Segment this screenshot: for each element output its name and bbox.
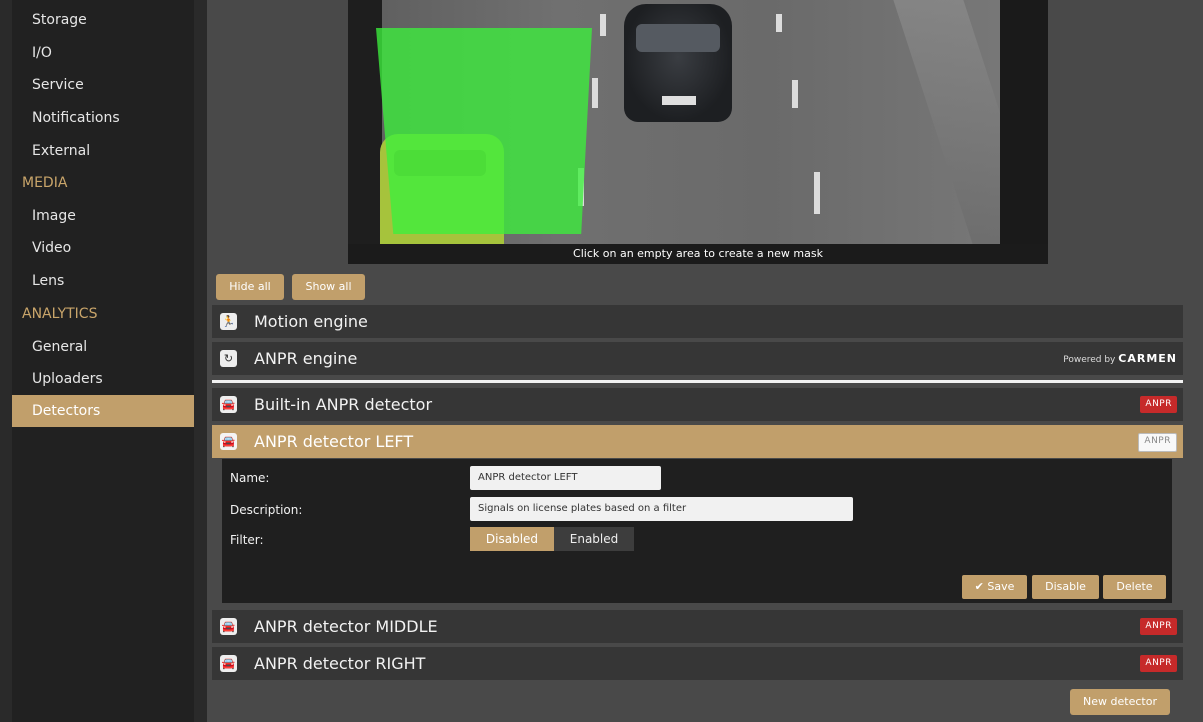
sidebar-item-io[interactable]: I/O (12, 37, 194, 69)
delete-button[interactable]: Delete (1103, 575, 1166, 599)
check-icon: ✔ (974, 580, 984, 593)
sidebar-item-uploaders[interactable]: Uploaders (12, 363, 194, 395)
save-button[interactable]: ✔ Save (962, 575, 1027, 599)
sidebar-item-lens[interactable]: Lens (12, 265, 194, 297)
save-label: Save (987, 580, 1015, 593)
car-plate-icon: 🚘 (220, 396, 237, 413)
sidebar-item-service[interactable]: Service (12, 69, 194, 101)
motion-runner-icon: 🏃 (220, 313, 237, 330)
anpr-badge: ANPR (1138, 433, 1177, 452)
disable-button[interactable]: Disable (1032, 575, 1099, 599)
license-plate (662, 96, 696, 105)
sidebar-item-image[interactable]: Image (12, 200, 194, 232)
filter-disabled-option[interactable]: Disabled (470, 527, 554, 551)
panel-title: ANPR detector RIGHT (254, 654, 426, 673)
right-rail (1000, 0, 1048, 244)
car-plate-icon: 🚘 (220, 433, 237, 450)
lane-dash (592, 78, 598, 108)
sidebar-section-media: MEDIA (22, 175, 68, 191)
panel-title: Motion engine (254, 312, 368, 331)
detector-left-panel[interactable]: 🚘 ANPR detector LEFT ANPR (212, 425, 1183, 458)
panel-title: Built-in ANPR detector (254, 395, 433, 414)
panel-title: ANPR detector LEFT (254, 432, 414, 451)
lane-dash (600, 14, 606, 36)
sidebar-item-external[interactable]: External (12, 135, 194, 167)
filter-label: Filter: (230, 533, 264, 547)
anpr-engine-panel[interactable]: ↻ ANPR engine Powered by CARMEN (212, 342, 1183, 375)
detector-right-panel[interactable]: 🚘 ANPR detector RIGHT ANPR (212, 647, 1183, 680)
camera-caption: Click on an empty area to create a new m… (348, 244, 1048, 264)
lane-dash (776, 14, 782, 32)
show-all-button[interactable]: Show all (292, 274, 365, 300)
detector-builtin-anpr-panel[interactable]: 🚘 Built-in ANPR detector ANPR (212, 388, 1183, 421)
anpr-cycle-icon: ↻ (220, 350, 237, 367)
sidebar-item-storage[interactable]: Storage (12, 4, 194, 36)
name-field[interactable]: ANPR detector LEFT (470, 466, 661, 490)
sidebar-item-detectors[interactable]: Detectors (12, 395, 194, 427)
description-field[interactable]: Signals on license plates based on a fil… (470, 497, 853, 521)
carmen-logo: CARMEN (1118, 352, 1177, 365)
panel-title: ANPR detector MIDDLE (254, 617, 438, 636)
windshield (636, 24, 720, 52)
filter-enabled-option[interactable]: Enabled (554, 527, 634, 551)
divider (212, 380, 1183, 383)
panel-title: ANPR engine (254, 349, 358, 368)
hide-all-button[interactable]: Hide all (216, 274, 284, 300)
sidebar-item-video[interactable]: Video (12, 232, 194, 264)
name-label: Name: (230, 471, 270, 485)
anpr-badge: ANPR (1140, 396, 1177, 413)
powered-by-text: Powered by (1063, 355, 1116, 365)
motion-engine-panel[interactable]: 🏃 Motion engine (212, 305, 1183, 338)
detection-mask[interactable] (376, 28, 592, 234)
sidebar-item-notifications[interactable]: Notifications (12, 102, 194, 134)
sidebar-item-general[interactable]: General (12, 331, 194, 363)
anpr-badge: ANPR (1140, 618, 1177, 635)
lane-dash (814, 172, 820, 214)
car-plate-icon: 🚘 (220, 655, 237, 672)
new-detector-button[interactable]: New detector (1070, 689, 1170, 715)
car-plate-icon: 🚘 (220, 618, 237, 635)
detector-middle-panel[interactable]: 🚘 ANPR detector MIDDLE ANPR (212, 610, 1183, 643)
camera-view[interactable] (348, 0, 1048, 244)
lane-dash (792, 80, 798, 108)
powered-by-carmen: Powered by CARMEN (1063, 342, 1177, 377)
description-label: Description: (230, 503, 303, 517)
sidebar-section-analytics: ANALYTICS (22, 306, 98, 322)
dark-car (624, 4, 732, 122)
anpr-badge: ANPR (1140, 655, 1177, 672)
detector-form: Name: ANPR detector LEFT Description: Si… (222, 459, 1172, 603)
